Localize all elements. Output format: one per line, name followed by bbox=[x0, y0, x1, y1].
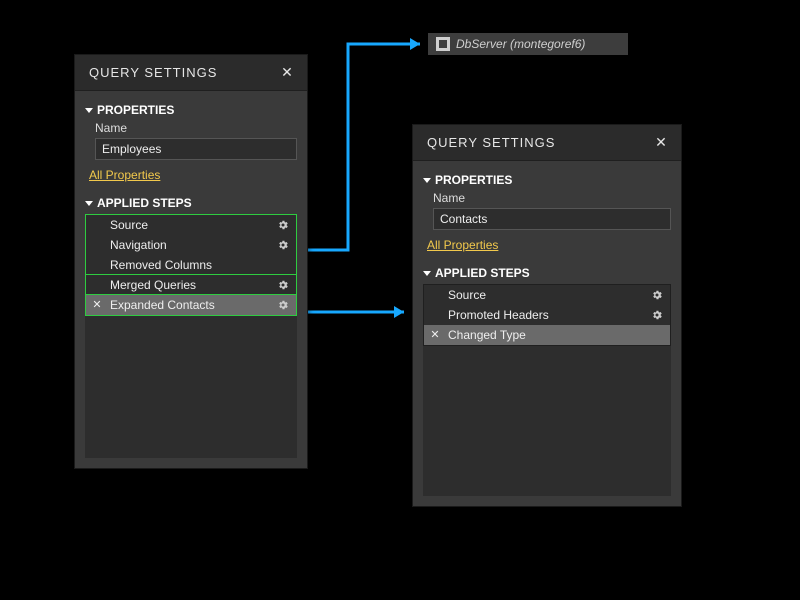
properties-section-header[interactable]: PROPERTIES bbox=[85, 103, 297, 117]
caret-down-icon bbox=[423, 178, 431, 183]
steps-empty-area bbox=[423, 346, 671, 496]
step-label: Removed Columns bbox=[104, 258, 290, 272]
caret-down-icon bbox=[85, 201, 93, 206]
name-input[interactable] bbox=[95, 138, 297, 160]
query-settings-panel-employees: QUERY SETTINGS ✕ PROPERTIES Name All Pro… bbox=[74, 54, 308, 469]
gear-icon[interactable] bbox=[650, 308, 664, 322]
caret-down-icon bbox=[85, 108, 93, 113]
db-server-chip[interactable]: DbServer (montegoref6) bbox=[428, 33, 628, 55]
properties-section-header[interactable]: PROPERTIES bbox=[423, 173, 671, 187]
name-field-label: Name bbox=[95, 121, 297, 135]
applied-steps-label: APPLIED STEPS bbox=[97, 196, 192, 210]
step-label: Changed Type bbox=[442, 328, 664, 342]
properties-label: PROPERTIES bbox=[97, 103, 174, 117]
panel-body: PROPERTIES Name All Properties APPLIED S… bbox=[75, 91, 307, 468]
gear-icon[interactable] bbox=[276, 218, 290, 232]
properties-label: PROPERTIES bbox=[435, 173, 512, 187]
panel-titlebar: QUERY SETTINGS ✕ bbox=[75, 55, 307, 91]
step-label: Source bbox=[104, 218, 276, 232]
applied-step[interactable]: Source bbox=[86, 215, 296, 235]
panel-titlebar: QUERY SETTINGS ✕ bbox=[413, 125, 681, 161]
gear-icon[interactable] bbox=[276, 278, 290, 292]
step-label: Source bbox=[442, 288, 650, 302]
steps-empty-area bbox=[85, 316, 297, 458]
applied-step[interactable]: ✕Expanded Contacts bbox=[86, 295, 296, 315]
gear-icon[interactable] bbox=[650, 288, 664, 302]
applied-step[interactable]: Removed Columns bbox=[86, 255, 296, 275]
applied-step[interactable]: Navigation bbox=[86, 235, 296, 255]
database-icon bbox=[436, 37, 450, 51]
gear-icon[interactable] bbox=[276, 238, 290, 252]
applied-step[interactable]: Source bbox=[424, 285, 670, 305]
step-label: Promoted Headers bbox=[442, 308, 650, 322]
arrow-to-contacts bbox=[308, 300, 412, 324]
db-server-label: DbServer (montegoref6) bbox=[456, 37, 585, 51]
applied-steps-list: SourcePromoted Headers✕Changed Type bbox=[423, 284, 671, 346]
all-properties-link[interactable]: All Properties bbox=[89, 168, 160, 182]
query-settings-panel-contacts: QUERY SETTINGS ✕ PROPERTIES Name All Pro… bbox=[412, 124, 682, 507]
arrow-to-dbserver bbox=[308, 33, 428, 253]
all-properties-link[interactable]: All Properties bbox=[427, 238, 498, 252]
applied-step[interactable]: Promoted Headers bbox=[424, 305, 670, 325]
close-icon[interactable]: ✕ bbox=[651, 133, 671, 153]
applied-steps-list: Source Navigation Removed Columns Merged Qu… bbox=[85, 214, 297, 316]
name-input[interactable] bbox=[433, 208, 671, 230]
step-label: Expanded Contacts bbox=[104, 298, 276, 312]
caret-down-icon bbox=[423, 271, 431, 276]
name-field-label: Name bbox=[433, 191, 671, 205]
panel-body: PROPERTIES Name All Properties APPLIED S… bbox=[413, 161, 681, 506]
close-icon[interactable]: ✕ bbox=[277, 63, 297, 83]
applied-steps-label: APPLIED STEPS bbox=[435, 266, 530, 280]
applied-steps-section-header[interactable]: APPLIED STEPS bbox=[423, 266, 671, 280]
panel-title: QUERY SETTINGS bbox=[427, 135, 555, 150]
delete-step-icon[interactable]: ✕ bbox=[428, 328, 442, 341]
step-label: Merged Queries bbox=[104, 278, 276, 292]
step-label: Navigation bbox=[104, 238, 276, 252]
panel-title: QUERY SETTINGS bbox=[89, 65, 217, 80]
applied-step[interactable]: Merged Queries bbox=[86, 275, 296, 295]
delete-step-icon[interactable]: ✕ bbox=[90, 298, 104, 311]
applied-step[interactable]: ✕Changed Type bbox=[424, 325, 670, 345]
gear-icon[interactable] bbox=[276, 298, 290, 312]
applied-steps-section-header[interactable]: APPLIED STEPS bbox=[85, 196, 297, 210]
